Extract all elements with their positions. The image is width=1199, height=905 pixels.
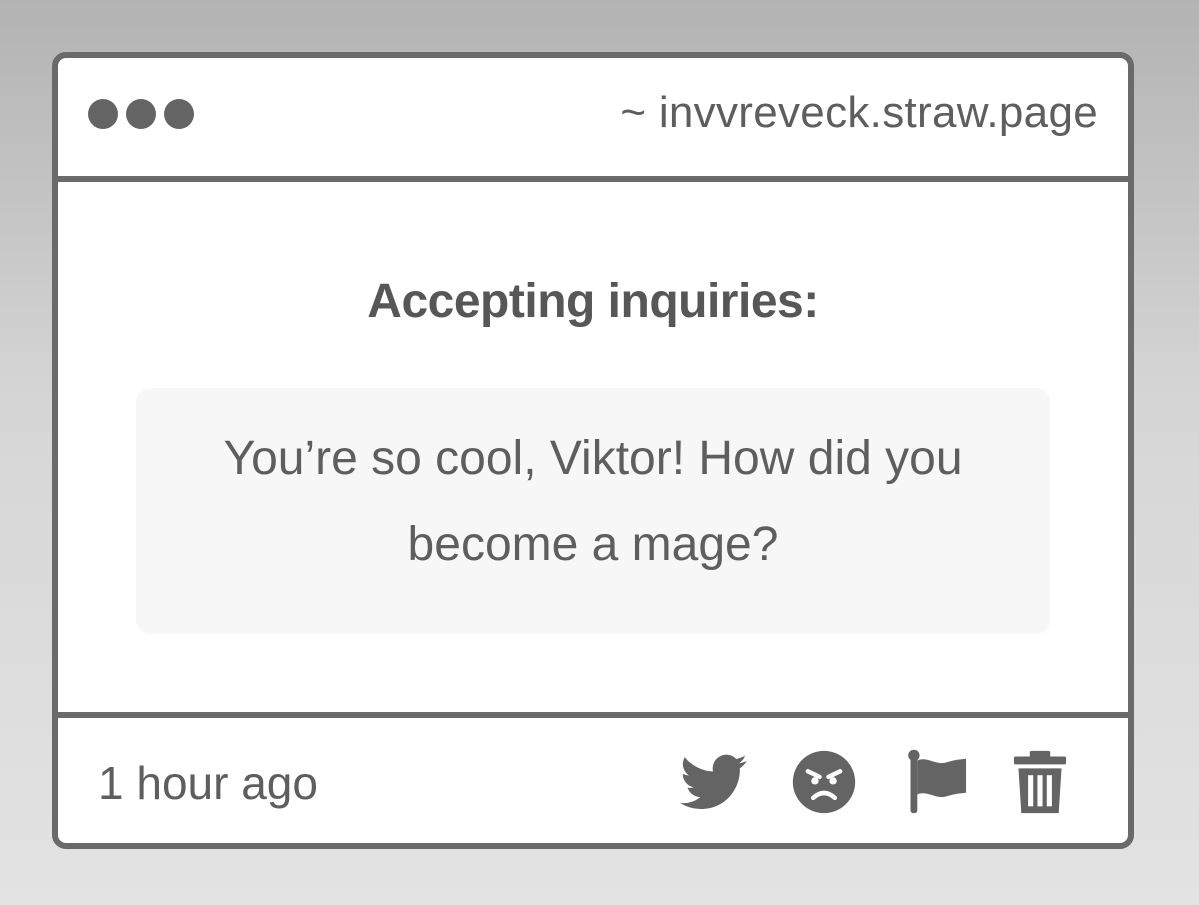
window-dot-1[interactable] <box>88 99 118 129</box>
twitter-icon[interactable] <box>680 748 748 816</box>
trash-icon[interactable] <box>1006 748 1074 816</box>
footer-bar: 1 hour ago <box>58 712 1128 843</box>
window-dot-3[interactable] <box>164 99 194 129</box>
flag-icon[interactable] <box>902 748 970 816</box>
question-card: You’re so cool, Viktor! How did you beco… <box>136 388 1050 634</box>
window-dot-2[interactable] <box>126 99 156 129</box>
url-text: ~ invvreveck.straw.page <box>620 88 1098 137</box>
window-controls <box>88 99 194 129</box>
title-bar: ~ invvreveck.straw.page <box>58 58 1128 182</box>
timestamp: 1 hour ago <box>98 757 318 809</box>
page-title: Accepting inquiries: <box>367 275 819 328</box>
browser-window: ~ invvreveck.straw.page Accepting inquir… <box>52 52 1134 849</box>
question-text: You’re so cool, Viktor! How did you beco… <box>223 432 963 571</box>
main-content: Accepting inquiries: You’re so cool, Vik… <box>58 182 1128 712</box>
angry-face-icon[interactable] <box>790 748 858 816</box>
